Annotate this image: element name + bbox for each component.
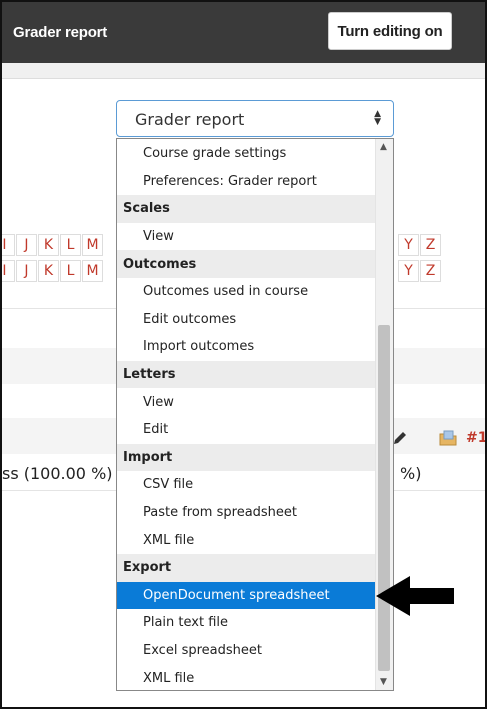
- letter-filter[interactable]: J: [16, 234, 37, 256]
- report-selector-value: Grader report: [135, 110, 245, 129]
- category-link[interactable]: #1: [466, 430, 485, 446]
- dropdown-option-excel-spreadsheet[interactable]: Excel spreadsheet: [117, 637, 376, 665]
- dropdown-option-xml-file[interactable]: XML file: [117, 664, 376, 690]
- header-subbar: [2, 63, 485, 79]
- turn-editing-on-button[interactable]: Turn editing on: [328, 12, 452, 50]
- dropdown-option-paste-from-spreadsheet[interactable]: Paste from spreadsheet: [117, 499, 376, 527]
- dropdown-option-plain-text-file[interactable]: Plain text file: [117, 609, 376, 637]
- last-name-filter-left: I J K L M: [2, 260, 104, 282]
- scroll-up-icon[interactable]: ▲: [380, 142, 387, 152]
- dropdown-option-edit-outcomes[interactable]: Edit outcomes: [117, 306, 376, 334]
- folder-icon: [439, 430, 457, 446]
- course-total-label: ss (100.00 %): [2, 464, 113, 483]
- letter-filter[interactable]: M: [82, 234, 103, 256]
- report-dropdown-list[interactable]: Course grade settings Preferences: Grader…: [116, 138, 394, 691]
- last-name-filter-right: Y Z: [398, 260, 442, 282]
- letter-filter[interactable]: I: [2, 234, 15, 256]
- dropdown-group-scales: Scales: [117, 195, 376, 223]
- dropdown-option-outcomes-used-in-course[interactable]: Outcomes used in course: [117, 278, 376, 306]
- dropdown-option-xml-file[interactable]: XML file: [117, 526, 376, 554]
- chevron-up-down-icon: ▲ ▼: [374, 109, 381, 127]
- pencil-icon[interactable]: [392, 430, 408, 450]
- letter-filter[interactable]: I: [2, 260, 15, 282]
- first-name-filter-left: I J K L M: [2, 234, 104, 256]
- letter-filter[interactable]: Z: [420, 260, 441, 282]
- letter-filter[interactable]: Y: [398, 234, 419, 256]
- dropdown-group-letters: Letters: [117, 360, 376, 389]
- dropdown-option-preferences-grader-report[interactable]: Preferences: Grader report: [117, 168, 376, 196]
- scrollbar-thumb[interactable]: [378, 325, 390, 671]
- letter-filter[interactable]: K: [38, 234, 59, 256]
- dropdown-option-opendocument-spreadsheet[interactable]: OpenDocument spreadsheet: [117, 581, 376, 610]
- letter-filter[interactable]: L: [60, 234, 81, 256]
- dropdown-group-import: Import: [117, 443, 376, 472]
- page-title: Grader report: [13, 24, 108, 41]
- dropdown-option-edit[interactable]: Edit: [117, 416, 376, 444]
- dropdown-option-import-outcomes[interactable]: Import outcomes: [117, 333, 376, 361]
- scroll-down-icon[interactable]: ▼: [380, 677, 387, 687]
- letter-filter[interactable]: M: [82, 260, 103, 282]
- letter-filter[interactable]: K: [38, 260, 59, 282]
- page-header: Grader report Turn editing on: [2, 2, 485, 63]
- letter-filter[interactable]: Y: [398, 260, 419, 282]
- dropdown-group-export: Export: [117, 553, 376, 582]
- dropdown-items: Course grade settings Preferences: Grader…: [117, 140, 376, 690]
- course-total-value: %): [400, 464, 422, 483]
- dropdown-option-csv-file[interactable]: CSV file: [117, 471, 376, 499]
- arrow-left-icon: [376, 574, 456, 618]
- dropdown-option-view[interactable]: View: [117, 388, 376, 416]
- dropdown-option-course-grade-settings[interactable]: Course grade settings: [117, 140, 376, 168]
- first-name-filter-right: Y Z: [398, 234, 442, 256]
- dropdown-option-view[interactable]: View: [117, 223, 376, 251]
- report-selector[interactable]: Grader report ▲ ▼: [116, 100, 394, 137]
- letter-filter[interactable]: Z: [420, 234, 441, 256]
- letter-filter[interactable]: L: [60, 260, 81, 282]
- window-frame: Grader report Turn editing on I J K L M …: [0, 0, 487, 709]
- letter-filter[interactable]: J: [16, 260, 37, 282]
- dropdown-group-outcomes: Outcomes: [117, 250, 376, 278]
